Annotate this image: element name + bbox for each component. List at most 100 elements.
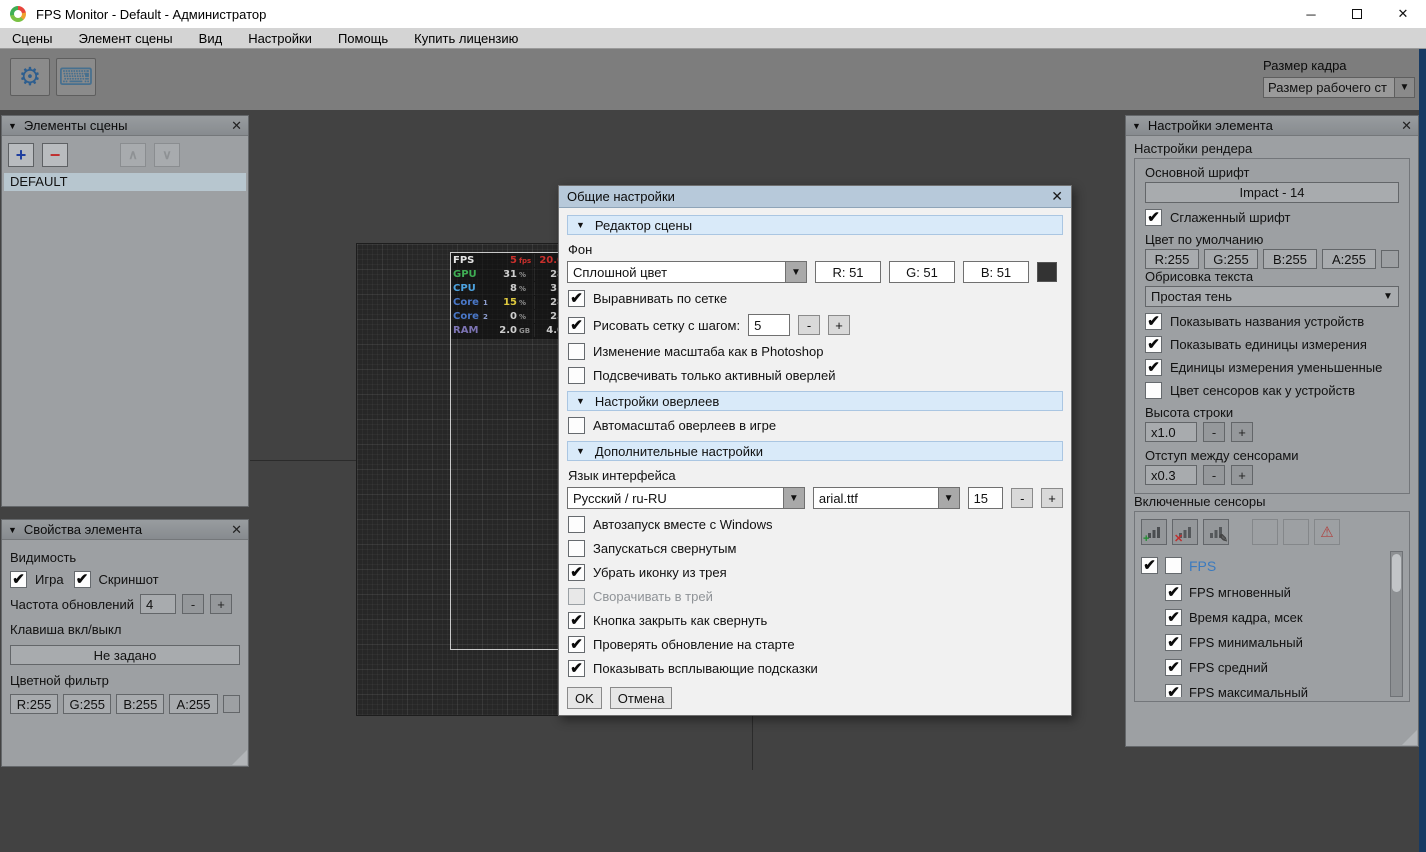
sensors-scrollbar[interactable]	[1390, 551, 1403, 697]
screenshot-checkbox[interactable]: ✔	[73, 571, 91, 588]
font-file-dropdown[interactable]: arial.ttf ▼	[812, 487, 960, 509]
maximize-button[interactable]	[1334, 0, 1380, 28]
check-updates-checkbox[interactable]: ✔	[568, 636, 585, 653]
show-device-names-checkbox[interactable]: ✔	[1145, 313, 1162, 330]
menu-view[interactable]: Вид	[199, 31, 223, 46]
game-checkbox[interactable]: ✔	[10, 571, 27, 588]
sensor-checkbox[interactable]: ✔	[1165, 659, 1182, 676]
collapse-icon[interactable]: ▼	[8, 525, 17, 535]
snap-to-grid-checkbox[interactable]: ✔	[568, 290, 585, 307]
background-type-dropdown[interactable]: Сплошной цвет ▼	[567, 261, 807, 283]
sensor-group-checkbox-2[interactable]	[1165, 557, 1182, 574]
sensor-checkbox[interactable]: ✔	[1165, 584, 1182, 601]
green-field[interactable]: G:255	[1204, 249, 1258, 269]
sensor-checkbox[interactable]: ✔	[1165, 609, 1182, 626]
smooth-font-checkbox[interactable]: ✔	[1145, 209, 1162, 226]
scene-element-item-default[interactable]: DEFAULT	[4, 173, 246, 191]
language-dropdown[interactable]: Русский / ru-RU ▼	[567, 487, 805, 509]
add-sensor-button[interactable]: +	[1141, 519, 1167, 545]
photoshop-zoom-checkbox[interactable]	[568, 343, 585, 360]
highlight-active-overlay-checkbox[interactable]	[568, 367, 585, 384]
sensor-group-label[interactable]: FPS	[1189, 558, 1216, 574]
close-as-minimize-checkbox[interactable]: ✔	[568, 612, 585, 629]
settings-button[interactable]: ⚙	[10, 58, 50, 96]
sensor-checkbox[interactable]: ✔	[1165, 634, 1182, 651]
grid-step-decrement[interactable]: -	[798, 315, 821, 335]
resize-grip[interactable]	[1402, 730, 1417, 745]
sensor-gap-field[interactable]: x0.3	[1145, 465, 1197, 485]
close-icon[interactable]: ✕	[1051, 188, 1063, 205]
bg-blue-field[interactable]: B: 51	[963, 261, 1029, 283]
hotkeys-button[interactable]: ⌨	[56, 58, 96, 96]
autostart-windows-checkbox[interactable]	[568, 516, 585, 533]
show-tooltips-checkbox[interactable]: ✔	[568, 660, 585, 677]
section-additional-settings[interactable]: ▼ Дополнительные настройки	[567, 441, 1063, 461]
color-swatch[interactable]	[222, 695, 241, 713]
draw-grid-checkbox[interactable]: ✔	[568, 316, 585, 334]
main-font-button[interactable]: Impact - 14	[1145, 182, 1399, 203]
dropdown-value: Русский / ru-RU	[573, 491, 667, 506]
red-field[interactable]: R:255	[1145, 249, 1199, 269]
edit-sensor-button[interactable]: ✎	[1203, 519, 1229, 545]
font-size-field[interactable]: 15	[967, 487, 1004, 509]
remove-sensor-button[interactable]: ✕	[1172, 519, 1198, 545]
bg-green-field[interactable]: G: 51	[889, 261, 955, 283]
cancel-button[interactable]: Отмена	[609, 687, 673, 709]
sensor-alerts-button[interactable]: ⚠	[1314, 519, 1340, 545]
alpha-field[interactable]: A:255	[1322, 249, 1376, 269]
text-outline-dropdown[interactable]: Простая тень ▼	[1145, 286, 1399, 307]
add-element-button[interactable]: +	[8, 143, 34, 167]
menu-scene-element[interactable]: Элемент сцены	[78, 31, 172, 46]
move-up-button[interactable]: ∧	[120, 143, 146, 167]
collapse-icon[interactable]: ▼	[1132, 121, 1141, 131]
update-rate-field[interactable]: 4	[140, 594, 177, 614]
scrollbar-thumb[interactable]	[1392, 554, 1401, 592]
menu-help[interactable]: Помощь	[338, 31, 388, 46]
blue-field[interactable]: B:255	[116, 694, 165, 714]
grid-step-increment[interactable]: +	[828, 315, 851, 335]
ok-button[interactable]: OK	[567, 687, 602, 709]
update-rate-increment[interactable]: +	[210, 594, 233, 614]
small-units-checkbox[interactable]: ✔	[1145, 359, 1162, 376]
sensor-gap-decrement[interactable]: -	[1203, 465, 1225, 485]
close-icon[interactable]: ✕	[231, 522, 242, 538]
grid-step-field[interactable]: 5	[748, 314, 791, 336]
bg-red-field[interactable]: R: 51	[815, 261, 881, 283]
menu-scenes[interactable]: Сцены	[12, 31, 52, 46]
color-swatch[interactable]	[1381, 250, 1399, 268]
font-size-increment[interactable]: +	[1041, 488, 1064, 508]
background-color-swatch[interactable]	[1037, 262, 1057, 282]
menu-buy-license[interactable]: Купить лицензию	[414, 31, 518, 46]
font-size-decrement[interactable]: -	[1011, 488, 1034, 508]
menu-settings[interactable]: Настройки	[248, 31, 312, 46]
alpha-field[interactable]: A:255	[169, 694, 218, 714]
update-rate-decrement[interactable]: -	[182, 594, 205, 614]
frame-size-dropdown[interactable]: Размер рабочего ст ▼	[1263, 77, 1415, 98]
red-field[interactable]: R:255	[10, 694, 59, 714]
move-down-button[interactable]: ∨	[154, 143, 180, 167]
minimize-button[interactable]: ─	[1288, 0, 1334, 28]
resize-grip[interactable]	[232, 750, 247, 765]
blue-field[interactable]: B:255	[1263, 249, 1317, 269]
sensor-gap-increment[interactable]: +	[1231, 465, 1253, 485]
sensor-checkbox[interactable]: ✔	[1165, 684, 1182, 697]
close-icon[interactable]: ✕	[231, 118, 242, 134]
green-field[interactable]: G:255	[63, 694, 112, 714]
close-button[interactable]: ✕	[1380, 0, 1426, 28]
close-icon[interactable]: ✕	[1401, 118, 1412, 134]
start-minimized-checkbox[interactable]	[568, 540, 585, 557]
collapse-icon[interactable]: ▼	[8, 121, 17, 131]
hide-tray-icon-checkbox[interactable]: ✔	[568, 564, 585, 581]
section-overlay-settings[interactable]: ▼ Настройки оверлеев	[567, 391, 1063, 411]
section-scene-editor[interactable]: ▼ Редактор сцены	[567, 215, 1063, 235]
autoscale-overlays-checkbox[interactable]	[568, 417, 585, 434]
dialog-titlebar[interactable]: Общие настройки ✕	[559, 186, 1071, 208]
sensor-device-colors-checkbox[interactable]	[1145, 382, 1162, 399]
row-height-field[interactable]: x1.0	[1145, 422, 1197, 442]
row-height-increment[interactable]: +	[1231, 422, 1253, 442]
hotkey-button[interactable]: Не задано	[10, 645, 240, 665]
row-height-decrement[interactable]: -	[1203, 422, 1225, 442]
remove-element-button[interactable]: −	[42, 143, 68, 167]
sensor-group-checkbox[interactable]: ✔	[1141, 557, 1158, 574]
show-units-checkbox[interactable]: ✔	[1145, 336, 1162, 353]
